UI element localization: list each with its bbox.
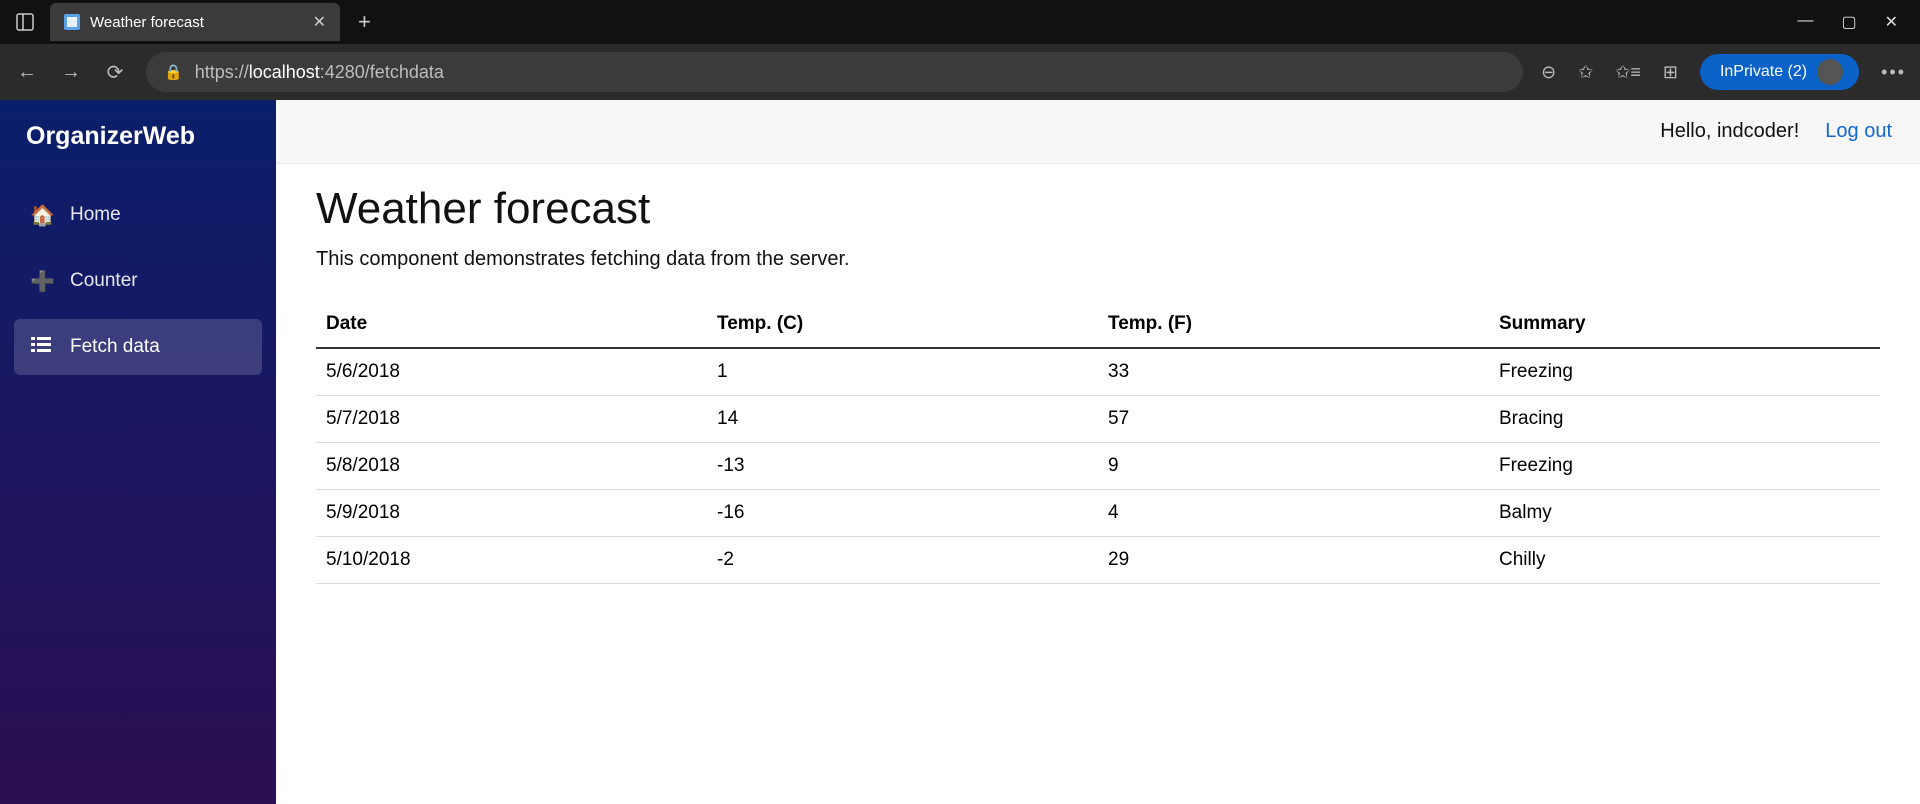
main: Hello, indcoder! Log out Weather forecas…	[276, 100, 1920, 804]
url-scheme: https://	[195, 62, 249, 82]
content: Weather forecast This component demonstr…	[276, 164, 1920, 604]
toolbar-right: ⊖ ✩ ✩≡ ⊞ InPrivate (2) •••	[1541, 54, 1906, 90]
maximize-icon[interactable]: ▢	[1841, 12, 1856, 32]
logout-link[interactable]: Log out	[1825, 120, 1892, 143]
table-row: 5/9/2018 -16 4 Balmy	[316, 490, 1880, 537]
url: https://localhost:4280/fetchdata	[195, 62, 444, 83]
new-tab-button[interactable]: +	[348, 9, 381, 35]
inprivate-label: InPrivate (2)	[1720, 63, 1807, 81]
more-icon[interactable]: •••	[1881, 62, 1906, 83]
collections-icon[interactable]: ⊞	[1663, 62, 1678, 83]
col-temp-f: Temp. (F)	[1098, 301, 1489, 348]
zoom-out-icon[interactable]: ⊖	[1541, 62, 1556, 83]
forecast-table: Date Temp. (C) Temp. (F) Summary 5/6/201…	[316, 301, 1880, 584]
lock-icon: 🔒	[164, 63, 183, 81]
sidebar: OrganizerWeb 🏠 Home ➕ Counter Fetch data	[0, 100, 276, 804]
browser-toolbar: ← → ⟳ 🔒 https://localhost:4280/fetchdata…	[0, 44, 1920, 100]
cell-temp-f: 4	[1098, 490, 1489, 537]
sidebar-item-label: Home	[70, 204, 121, 226]
avatar-icon	[1817, 59, 1843, 85]
col-summary: Summary	[1489, 301, 1880, 348]
cell-temp-f: 9	[1098, 443, 1489, 490]
window-controls: — ▢ ✕	[1797, 12, 1912, 32]
sidebar-item-counter[interactable]: ➕ Counter	[14, 253, 262, 309]
forward-icon[interactable]: →	[58, 61, 84, 84]
address-bar[interactable]: 🔒 https://localhost:4280/fetchdata	[146, 52, 1523, 92]
favorite-icon[interactable]: ✩	[1578, 62, 1593, 83]
sidebar-nav: 🏠 Home ➕ Counter Fetch data	[0, 175, 276, 387]
cell-temp-c: 14	[707, 396, 1098, 443]
cell-temp-f: 33	[1098, 348, 1489, 396]
cell-temp-f: 57	[1098, 396, 1489, 443]
table-body: 5/6/2018 1 33 Freezing 5/7/2018 14 57 Br…	[316, 348, 1880, 584]
tab-close-icon[interactable]: ✕	[313, 12, 326, 32]
url-host: localhost	[249, 62, 320, 82]
sidebar-item-home[interactable]: 🏠 Home	[14, 187, 262, 243]
favicon-icon	[64, 14, 80, 30]
cell-summary: Chilly	[1489, 537, 1880, 584]
cell-temp-c: 1	[707, 348, 1098, 396]
col-date: Date	[316, 301, 707, 348]
tab-actions-icon[interactable]	[8, 5, 42, 39]
refresh-icon[interactable]: ⟳	[102, 60, 128, 85]
cell-date: 5/10/2018	[316, 537, 707, 584]
back-icon[interactable]: ←	[14, 61, 40, 84]
app: OrganizerWeb 🏠 Home ➕ Counter Fetch data…	[0, 100, 1920, 804]
col-temp-c: Temp. (C)	[707, 301, 1098, 348]
table-row: 5/10/2018 -2 29 Chilly	[316, 537, 1880, 584]
cell-summary: Bracing	[1489, 396, 1880, 443]
table-header-row: Date Temp. (C) Temp. (F) Summary	[316, 301, 1880, 348]
cell-date: 5/8/2018	[316, 443, 707, 490]
cell-temp-c: -13	[707, 443, 1098, 490]
cell-summary: Balmy	[1489, 490, 1880, 537]
plus-icon: ➕	[30, 269, 52, 294]
inprivate-badge[interactable]: InPrivate (2)	[1700, 54, 1859, 90]
topbar: Hello, indcoder! Log out	[276, 100, 1920, 164]
cell-summary: Freezing	[1489, 443, 1880, 490]
browser-chrome: Weather forecast ✕ + — ▢ ✕ ← → ⟳ 🔒 https…	[0, 0, 1920, 100]
cell-temp-c: -2	[707, 537, 1098, 584]
cell-temp-f: 29	[1098, 537, 1489, 584]
greeting: Hello, indcoder!	[1660, 120, 1799, 143]
sidebar-item-fetch-data[interactable]: Fetch data	[14, 319, 262, 375]
table-row: 5/8/2018 -13 9 Freezing	[316, 443, 1880, 490]
close-window-icon[interactable]: ✕	[1885, 12, 1898, 32]
brand[interactable]: OrganizerWeb	[0, 100, 276, 175]
sidebar-item-label: Fetch data	[70, 336, 160, 358]
cell-summary: Freezing	[1489, 348, 1880, 396]
home-icon: 🏠	[30, 203, 52, 228]
sidebar-item-label: Counter	[70, 270, 138, 292]
page-lead: This component demonstrates fetching dat…	[316, 248, 1880, 271]
favorites-list-icon[interactable]: ✩≡	[1615, 62, 1641, 83]
cell-temp-c: -16	[707, 490, 1098, 537]
browser-tab[interactable]: Weather forecast ✕	[50, 3, 340, 41]
page-title: Weather forecast	[316, 184, 1880, 234]
table-row: 5/7/2018 14 57 Bracing	[316, 396, 1880, 443]
tab-strip: Weather forecast ✕ + — ▢ ✕	[0, 0, 1920, 44]
tab-title: Weather forecast	[90, 14, 204, 31]
minimize-icon[interactable]: —	[1797, 12, 1813, 32]
cell-date: 5/7/2018	[316, 396, 707, 443]
cell-date: 5/6/2018	[316, 348, 707, 396]
cell-date: 5/9/2018	[316, 490, 707, 537]
table-row: 5/6/2018 1 33 Freezing	[316, 348, 1880, 396]
url-path: :4280/fetchdata	[320, 62, 444, 82]
list-icon	[30, 336, 52, 359]
